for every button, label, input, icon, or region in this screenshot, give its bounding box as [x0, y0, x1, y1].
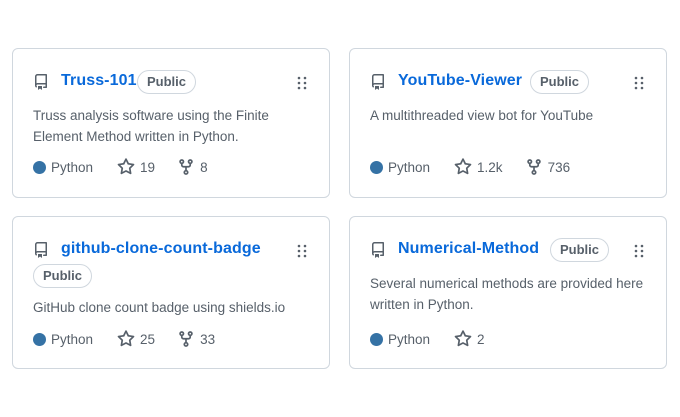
pinned-repo-card: YouTube-Viewer Public A multithreaded vi…: [349, 48, 667, 198]
repo-icon: [372, 242, 384, 258]
stars-link[interactable]: 1.2k: [454, 158, 503, 176]
repo-icon: [372, 74, 384, 90]
language-color-dot: [370, 160, 383, 174]
language: Python: [33, 332, 93, 347]
stars-link[interactable]: 25: [117, 330, 155, 348]
visibility-badge: Public: [137, 70, 197, 94]
language-label: Python: [388, 159, 431, 175]
repo-description: GitHub clone count badge using shields.i…: [33, 300, 286, 315]
repo-name-link[interactable]: Numerical-Method: [398, 240, 539, 258]
grabber-icon[interactable]: [297, 243, 307, 259]
stars-count: 1.2k: [477, 159, 503, 175]
forks-count: 736: [547, 159, 571, 175]
visibility-badge: Public: [550, 238, 610, 262]
repo-name-link[interactable]: YouTube-Viewer: [398, 72, 522, 90]
repo-meta: Python 1.2k 736: [370, 157, 570, 177]
star-icon: [454, 158, 472, 175]
pinned-repo-card: Numerical-Method Public Several numerica…: [349, 216, 667, 369]
language-label: Python: [51, 159, 94, 175]
fork-icon: [179, 159, 193, 175]
repo-icon: [35, 74, 47, 90]
repo-meta: Python 2: [370, 329, 485, 349]
forks-link[interactable]: 8: [177, 158, 208, 176]
star-icon: [454, 330, 472, 347]
language-color-dot: [370, 332, 383, 346]
repo-description: Several numerical methods are provided h…: [370, 276, 644, 312]
repo-name-link[interactable]: Truss-101: [61, 72, 137, 90]
visibility-badge: Public: [530, 70, 590, 94]
forks-link[interactable]: 33: [177, 330, 215, 348]
grabber-icon[interactable]: [634, 243, 644, 259]
language-color-dot: [33, 332, 46, 346]
stars-count: 19: [140, 159, 156, 175]
stars-link[interactable]: 19: [117, 158, 155, 176]
star-icon: [117, 330, 135, 347]
stars-count: 25: [140, 331, 156, 347]
repo-icon: [35, 242, 47, 258]
forks-link[interactable]: 736: [525, 158, 571, 176]
forks-count: 33: [200, 331, 216, 347]
stars-count: 2: [477, 331, 485, 347]
repo-name-link[interactable]: github-clone-count-badge: [61, 240, 261, 258]
language-label: Python: [51, 331, 94, 347]
repo-meta: Python 25 33: [33, 329, 215, 349]
grabber-icon[interactable]: [634, 75, 644, 91]
pinned-repo-card: github-clone-count-badge Public GitHub c…: [12, 216, 330, 369]
pinned-repo-card: Truss-101 Public Truss analysis software…: [12, 48, 330, 198]
repo-meta: Python 19 8: [33, 157, 208, 177]
repo-description: Truss analysis software using the Finite…: [33, 108, 269, 144]
language-color-dot: [33, 160, 46, 174]
star-icon: [117, 158, 135, 175]
fork-icon: [526, 159, 541, 175]
stars-link[interactable]: 2: [454, 330, 485, 348]
visibility-badge: Public: [33, 264, 93, 288]
language: Python: [370, 160, 430, 175]
language: Python: [33, 160, 93, 175]
repo-description: A multithreaded view bot for YouTube: [370, 108, 594, 123]
language-label: Python: [388, 331, 431, 347]
fork-icon: [179, 331, 193, 347]
forks-count: 8: [200, 159, 208, 175]
grabber-icon[interactable]: [297, 75, 307, 91]
language: Python: [370, 332, 430, 347]
